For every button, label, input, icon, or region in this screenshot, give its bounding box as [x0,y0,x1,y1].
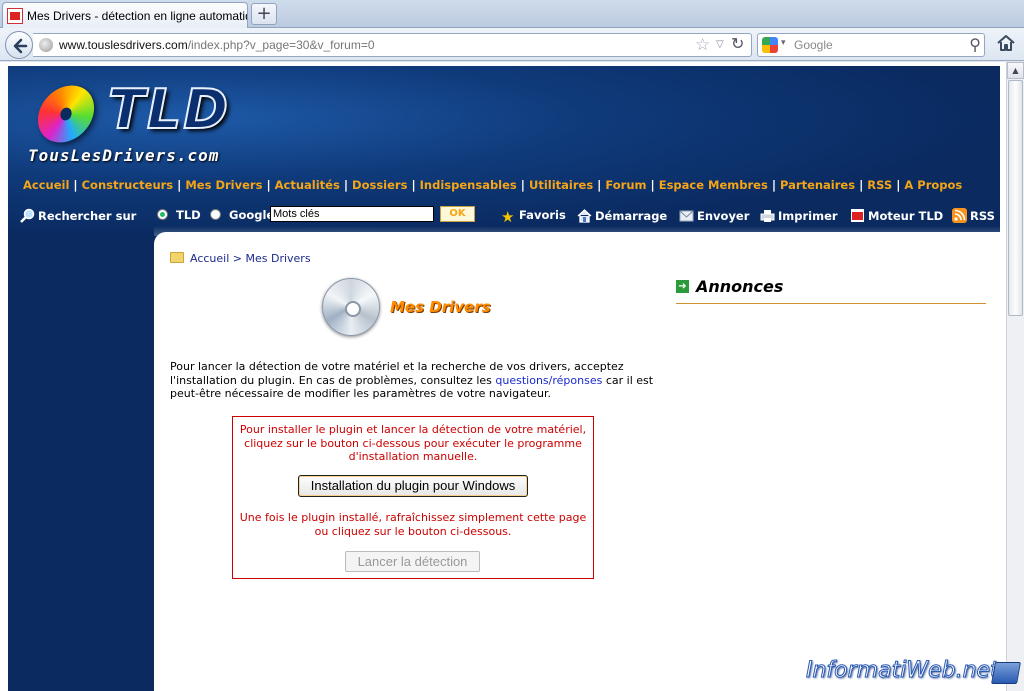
favoris-link[interactable]: ★ Favoris [501,208,566,225]
site-toolbar: Rechercher sur TLD Google Mots clés OK ★… [20,204,995,226]
search-bar[interactable]: ▾ Google ⚲ [757,33,985,57]
menu-actualites[interactable]: Actualités [275,178,340,192]
engine-dropdown-icon[interactable]: ▾ [781,38,786,48]
globe-icon [39,38,53,52]
menu-dossiers[interactable]: Dossiers [352,178,407,192]
bookmark-star-icon[interactable]: ☆ [695,35,710,55]
house-icon [577,209,592,223]
back-button[interactable] [5,31,33,59]
address-bar[interactable]: www.touslesdrivers.com/index.php?v_page=… [33,33,752,57]
radio-google[interactable] [210,209,221,220]
google-engine-icon[interactable] [762,37,778,53]
menu-indispensables[interactable]: Indispensables [420,178,517,192]
breadcrumb-separator: > [229,252,246,265]
content-panel: Accueil > Mes Drivers Mes Drivers Pour l… [154,232,1000,691]
keyword-input[interactable]: Mots clés [270,206,434,222]
url-text: www.touslesdrivers.com/index.php?v_page=… [59,38,375,52]
back-arrow-icon [13,38,28,54]
moteur-tld-link[interactable]: Moteur TLD [850,208,943,223]
rss-link[interactable]: RSS [952,208,995,223]
browser-tab[interactable]: Mes Drivers - détection en ligne automat… [2,2,248,28]
logo-site-name[interactable]: TousLesDrivers.com [28,146,219,165]
breadcrumb-current-link[interactable]: Mes Drivers [246,252,311,265]
faq-link[interactable]: questions/réponses [495,374,602,387]
envelope-icon [679,210,694,222]
radio-tld[interactable] [157,209,168,220]
navigation-bar: www.touslesdrivers.com/index.php?v_page=… [0,28,1024,61]
breadcrumb: Accueil > Mes Drivers [170,252,311,265]
site-favicon-icon [7,7,23,24]
annonces-header: ➜ Annonces [676,274,986,304]
rss-icon [952,208,967,223]
menu-accueil[interactable]: Accueil [23,178,69,192]
intro-text: Pour lancer la détection de votre matéri… [170,360,654,400]
search-magnifier-icon[interactable]: ⚲ [969,35,981,54]
logo-disc-icon [31,75,101,153]
launch-detection-button[interactable]: Lancer la détection [345,551,480,572]
menu-utilitaires[interactable]: Utilitaires [529,178,593,192]
install-instructions: Pour installer le plugin et lancer la dé… [239,423,587,463]
refresh-instructions: Une fois le plugin installé, rafraîchiss… [239,511,587,538]
watermark-laptop-icon [991,662,1021,684]
cd-icon [322,278,380,336]
folder-icon [170,252,184,263]
arrow-right-icon: ➜ [676,280,689,293]
breadcrumb-home-link[interactable]: Accueil [190,252,229,265]
radio-tld-option[interactable]: TLD [157,208,201,222]
tab-title: Mes Drivers - détection en ligne automat… [27,8,247,23]
menu-partenaires[interactable]: Partenaires [780,178,855,192]
home-icon[interactable] [996,33,1016,53]
new-tab-button[interactable]: + [251,3,277,25]
search-icon [20,208,35,223]
vertical-scrollbar[interactable]: ▲ [1006,62,1024,691]
reload-icon[interactable]: ↻ [731,34,744,53]
menu-forum[interactable]: Forum [605,178,646,192]
logo-tld[interactable]: TLD [107,77,230,142]
radio-google-option[interactable]: Google [210,208,274,222]
search-placeholder: Google [794,38,833,52]
imprimer-link[interactable]: Imprimer [760,208,838,223]
page-viewport: TLD TousLesDrivers.com Accueil | Construct… [0,62,1024,691]
menu-espace-membres[interactable]: Espace Membres [659,178,768,192]
ok-button[interactable]: OK [440,206,475,222]
tld-engine-icon [851,209,864,222]
menu-constructeurs[interactable]: Constructeurs [82,178,174,192]
star-icon: ★ [501,208,515,226]
menu-rss[interactable]: RSS [867,178,892,192]
watermark: InformatiWeb.net [806,658,1000,684]
envoyer-link[interactable]: Envoyer [679,208,749,223]
history-dropdown-icon[interactable]: ▽ [716,39,724,50]
plugin-install-box: Pour installer le plugin et lancer la dé… [232,416,594,579]
install-plugin-button[interactable]: Installation du plugin pour Windows [298,475,528,497]
menu-a-propos[interactable]: A Propos [904,178,962,192]
scroll-thumb[interactable] [1008,80,1023,316]
main-menu: Accueil | Constructeurs | Mes Drivers | Actual… [23,178,963,192]
annonces-title: Annonces [696,277,784,296]
search-label: Rechercher sur [20,208,136,223]
tab-strip: Mes Drivers - détection en ligne automat… [0,0,1024,28]
section-title: Mes Drivers [390,298,491,316]
demarrage-link[interactable]: Démarrage [577,208,667,223]
scroll-up-arrow-icon[interactable]: ▲ [1007,62,1024,79]
printer-icon [760,210,775,222]
menu-mes-drivers[interactable]: Mes Drivers [185,178,262,192]
page-frame: TLD TousLesDrivers.com Accueil | Construct… [8,66,1000,691]
